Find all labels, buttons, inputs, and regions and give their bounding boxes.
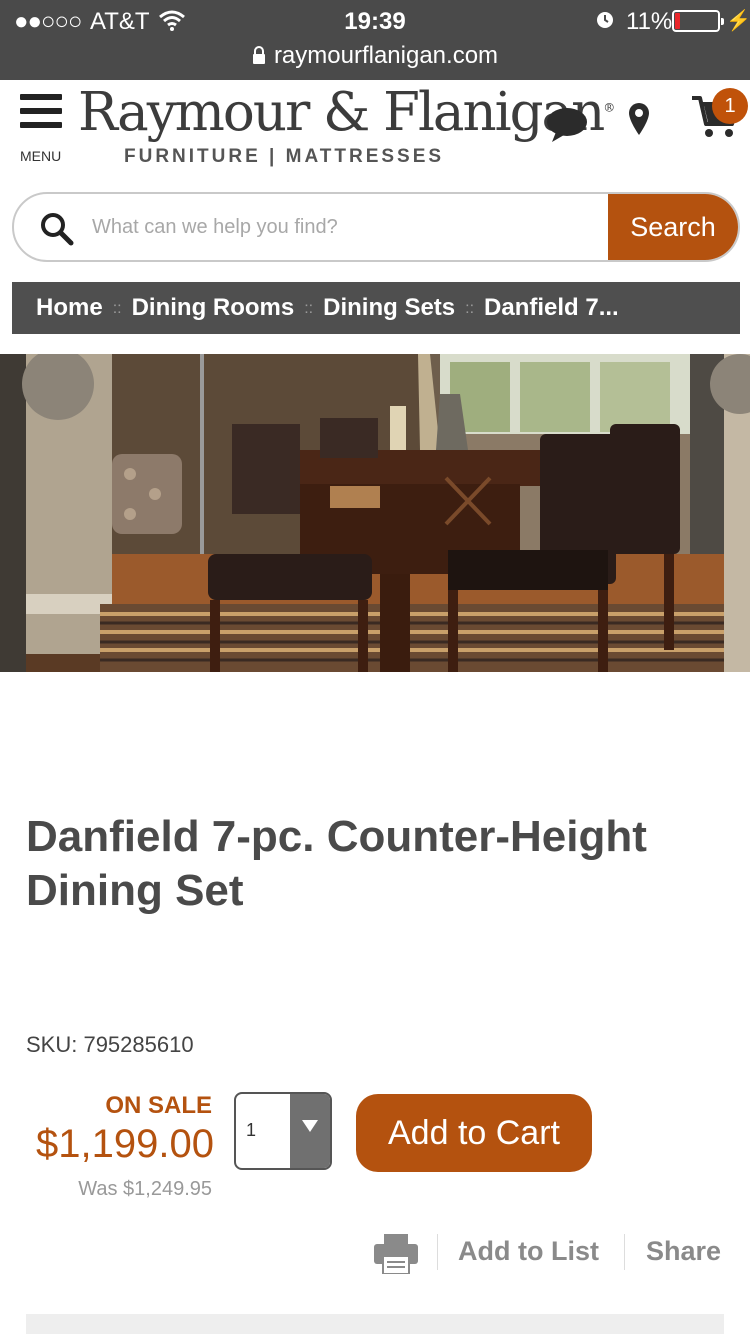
add-to-list-link[interactable]: Add to List: [458, 1236, 599, 1267]
breadcrumb-separator: ::: [304, 300, 314, 317]
breadcrumb: Home:: Dining Rooms:: Dining Sets:: Danfiel…: [12, 282, 740, 334]
search-input[interactable]: [92, 194, 612, 260]
charging-icon: ⚡: [726, 10, 750, 32]
chevron-down-icon: [302, 1120, 318, 1132]
print-icon[interactable]: [374, 1234, 418, 1274]
hamburger-icon: [20, 94, 62, 100]
product-title: Danfield 7-pc. Counter-Height Dining Set: [26, 812, 647, 915]
product-image[interactable]: [0, 354, 750, 672]
original-price: Was $1,249.95: [78, 1178, 212, 1200]
search-bar: Search: [12, 192, 740, 262]
lock-icon: [252, 46, 265, 64]
status-bar: ●●○○○ AT&T 19:39 11% ⚡ raymourflanigan.c…: [0, 0, 750, 80]
product-sku: SKU: 795285610: [26, 1032, 194, 1057]
search-button[interactable]: Search: [608, 194, 738, 260]
quantity-dropdown-toggle[interactable]: [290, 1094, 330, 1168]
breadcrumb-dining-sets[interactable]: Dining Sets: [323, 294, 455, 321]
sale-badge: ON SALE: [105, 1092, 212, 1119]
menu-button[interactable]: MENU: [18, 90, 72, 164]
breadcrumb-home[interactable]: Home: [36, 294, 103, 321]
breadcrumb-current: Danfield 7...: [484, 294, 619, 321]
breadcrumb-separator: ::: [112, 300, 122, 317]
sale-price: $1,199.00: [36, 1122, 214, 1166]
breadcrumb-separator: ::: [465, 300, 475, 317]
menu-label: MENU: [20, 148, 62, 164]
location-pin-icon[interactable]: [628, 102, 650, 136]
product-actions: Add to List Share: [0, 1226, 750, 1282]
share-link[interactable]: Share: [646, 1236, 721, 1267]
battery-icon: [672, 10, 724, 32]
add-to-cart-button[interactable]: Add to Cart: [356, 1094, 592, 1172]
cart-count-badge[interactable]: 1: [712, 88, 748, 124]
logo[interactable]: Raymour & Flanigan® FURNITURE | MATTRESS…: [78, 82, 615, 174]
quantity-value: 1: [246, 1120, 257, 1140]
address-bar[interactable]: raymourflanigan.com: [0, 42, 750, 70]
site-header: MENU Raymour & Flanigan® FURNITURE | MAT…: [0, 80, 750, 180]
battery-fill: [675, 13, 680, 29]
battery-percent: 11%: [626, 8, 673, 35]
dining-set-photo: [0, 354, 750, 672]
quantity-select[interactable]: 1: [234, 1092, 332, 1170]
logo-tagline: FURNITURE | MATTRESSES: [124, 146, 445, 167]
logo-name: Raymour & Flanigan®: [78, 82, 615, 143]
section-divider: [26, 1314, 724, 1334]
chat-icon[interactable]: [546, 106, 588, 144]
breadcrumb-dining-rooms[interactable]: Dining Rooms: [132, 294, 295, 321]
search-icon: [41, 213, 74, 246]
url-text: raymourflanigan.com: [273, 42, 499, 69]
alarm-icon: [597, 12, 613, 28]
